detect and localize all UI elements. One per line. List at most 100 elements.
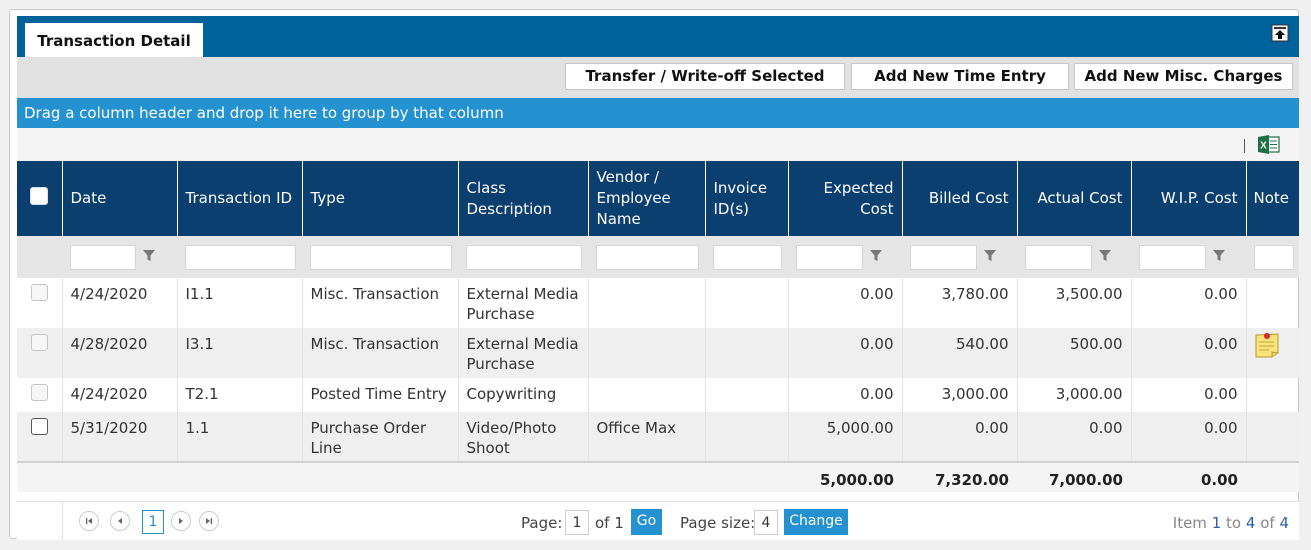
transaction-detail-panel: Transaction Detail Transfer / Write-off … — [9, 9, 1299, 540]
cell-text: Purchase — [466, 355, 535, 373]
table-row[interactable]: 4/24/2020 T2.1 Posted Time Entry Copywri… — [17, 378, 1299, 412]
cell-type: Misc. Transaction — [302, 328, 459, 378]
column-header-invoice-ids[interactable]: Invoice ID(s) — [705, 161, 789, 236]
next-page-button[interactable] — [171, 511, 191, 531]
pager: 1 Page: 1 of 1 Go Page size: 4 Change It… — [17, 501, 1299, 540]
cell-actual-cost: 0.00 — [1017, 412, 1132, 462]
group-by-drop-zone[interactable]: Drag a column header and drop it here to… — [17, 98, 1299, 128]
vendor-filter-input[interactable] — [595, 244, 699, 270]
cell-note — [1246, 412, 1299, 462]
transaction-id-filter-input[interactable] — [184, 244, 296, 270]
type-filter-input[interactable] — [309, 244, 452, 270]
cell-wip-cost: 0.00 — [1131, 412, 1247, 462]
current-page-button[interactable]: 1 — [142, 510, 164, 534]
column-header-date[interactable]: Date — [62, 161, 178, 236]
chevron-right-icon — [179, 518, 183, 524]
cell-type: Misc. Transaction — [302, 278, 459, 328]
item-label: Item — [1172, 514, 1207, 532]
filter-row — [17, 236, 1299, 278]
filter-icon[interactable] — [1206, 245, 1232, 270]
cell-vendor: Office Max — [588, 412, 706, 462]
cell-date: 5/31/2020 — [62, 412, 178, 462]
row-checkbox[interactable] — [30, 384, 48, 401]
excel-export-icon[interactable]: X — [1258, 135, 1280, 154]
item-total: 4 — [1279, 514, 1289, 532]
cell-date: 4/28/2020 — [62, 328, 178, 378]
row-select-cell — [17, 378, 63, 412]
expected-cost-filter-input[interactable] — [795, 244, 863, 270]
table-row[interactable]: 5/31/2020 1.1 Purchase Order Line Video/… — [17, 412, 1299, 462]
filter-icon[interactable] — [863, 245, 889, 270]
tab-bar: Transaction Detail — [17, 16, 1299, 57]
filter-cell-wip — [1131, 236, 1247, 278]
collapse-panel-icon[interactable] — [1271, 24, 1289, 42]
date-filter-input[interactable] — [69, 244, 136, 270]
cell-text: Shoot — [466, 439, 510, 457]
row-checkbox[interactable] — [30, 334, 48, 351]
select-all-checkbox[interactable] — [30, 186, 49, 205]
billed-cost-filter-input[interactable] — [909, 244, 977, 270]
cell-expected-cost: 0.00 — [788, 378, 903, 412]
go-button[interactable]: Go — [631, 509, 662, 535]
filter-cell-transaction-id — [177, 236, 303, 278]
column-header-expected-cost[interactable]: Expected Cost — [788, 161, 903, 236]
column-header-billed-cost[interactable]: Billed Cost — [902, 161, 1018, 236]
transfer-write-off-button[interactable]: Transfer / Write-off Selected — [565, 63, 845, 90]
filter-cell-date — [62, 236, 178, 278]
note-filter-input[interactable] — [1253, 244, 1294, 270]
cell-billed-cost: 540.00 — [902, 328, 1018, 378]
filter-icon[interactable] — [136, 245, 162, 270]
cell-billed-cost: 3,000.00 — [902, 378, 1018, 412]
add-misc-charges-button[interactable]: Add New Misc. Charges — [1074, 63, 1293, 90]
last-page-button[interactable] — [199, 511, 219, 531]
column-header-vendor-employee[interactable]: Vendor / Employee Name — [588, 161, 706, 236]
filter-icon[interactable] — [1092, 245, 1118, 270]
change-page-size-button[interactable]: Change — [784, 509, 848, 535]
wip-cost-filter-input[interactable] — [1138, 244, 1206, 270]
cell-text: External Media — [466, 335, 579, 353]
table-row[interactable]: 4/28/2020 I3.1 Misc. Transaction Externa… — [17, 328, 1299, 378]
page-number-input[interactable]: 1 — [565, 510, 589, 535]
header-text: Expected — [823, 178, 894, 197]
action-toolbar: Transfer / Write-off Selected Add New Ti… — [17, 57, 1299, 98]
header-text: ID(s) — [713, 199, 750, 218]
cell-wip-cost: 0.00 — [1131, 378, 1247, 412]
item-from: 1 — [1211, 514, 1222, 532]
column-header-transaction-id[interactable]: Transaction ID — [177, 161, 303, 236]
column-header-note[interactable]: Note — [1246, 161, 1299, 236]
column-header-class-description[interactable]: Class Description — [458, 161, 589, 236]
row-checkbox[interactable] — [30, 284, 48, 301]
cell-actual-cost: 3,500.00 — [1017, 278, 1132, 328]
page-count-label: of 1 — [595, 514, 624, 532]
previous-page-button[interactable] — [110, 511, 130, 531]
row-checkbox[interactable] — [30, 418, 48, 435]
cell-note — [1246, 278, 1299, 328]
column-header-type[interactable]: Type — [302, 161, 459, 236]
first-page-icon — [86, 518, 92, 524]
sticky-note-icon[interactable] — [1254, 331, 1280, 359]
cell-class-description: External Media Purchase — [458, 278, 589, 328]
header-text: Description — [466, 199, 552, 218]
table-row[interactable]: 4/24/2020 I1.1 Misc. Transaction Externa… — [17, 278, 1299, 328]
column-header-wip-cost[interactable]: W.I.P. Cost — [1131, 161, 1247, 236]
header-text: Employee — [596, 189, 671, 207]
invoice-filter-input[interactable] — [712, 244, 782, 270]
header-text: Class — [466, 178, 506, 197]
filter-cell-type — [302, 236, 459, 278]
filter-icon[interactable] — [977, 245, 1003, 270]
cell-vendor — [588, 328, 706, 378]
header-text: Invoice — [713, 178, 768, 197]
page-size-input[interactable]: 4 — [754, 510, 778, 535]
cell-expected-cost: 0.00 — [788, 328, 903, 378]
add-time-entry-button[interactable]: Add New Time Entry — [851, 63, 1069, 90]
row-select-cell — [17, 328, 63, 378]
cell-expected-cost: 0.00 — [788, 278, 903, 328]
column-header-actual-cost[interactable]: Actual Cost — [1017, 161, 1132, 236]
class-filter-input[interactable] — [465, 244, 582, 270]
export-separator — [1244, 139, 1245, 153]
select-all-header — [17, 161, 63, 236]
actual-cost-filter-input[interactable] — [1024, 244, 1092, 270]
first-page-button[interactable] — [79, 511, 99, 531]
cell-transaction-id: I3.1 — [177, 328, 303, 378]
tab-transaction-detail[interactable]: Transaction Detail — [25, 23, 203, 57]
